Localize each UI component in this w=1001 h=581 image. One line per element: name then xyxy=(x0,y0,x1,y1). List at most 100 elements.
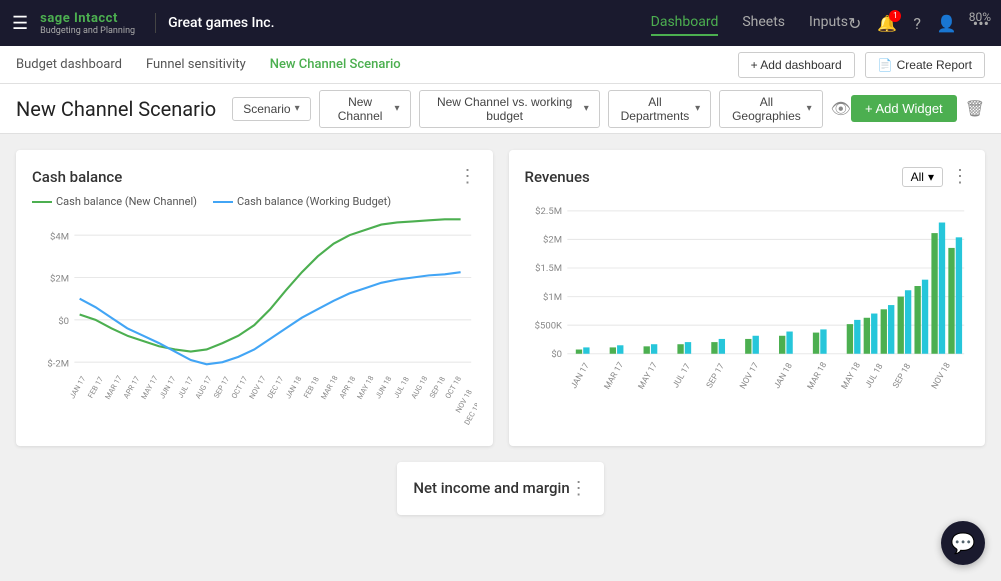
cash-balance-header: Cash balance ⋮ xyxy=(32,166,477,187)
departments-filter[interactable]: All Departments ▾ xyxy=(608,90,711,128)
svg-text:OCT 18: OCT 18 xyxy=(443,375,463,400)
revenues-header: Revenues All ▾ ⋮ xyxy=(525,166,970,187)
revenues-filter-button[interactable]: All ▾ xyxy=(902,167,943,187)
cash-balance-menu-icon[interactable]: ⋮ xyxy=(459,166,477,187)
cash-balance-card: Cash balance ⋮ Cash balance (New Channel… xyxy=(16,150,493,446)
svg-text:JAN 18: JAN 18 xyxy=(283,375,303,400)
sub-nav-links: Budget dashboard Funnel sensitivity New … xyxy=(16,53,738,76)
svg-text:JAN 17: JAN 17 xyxy=(569,361,592,390)
net-income-header: Net income and margin ⋮ xyxy=(413,478,587,499)
svg-text:$1M: $1M xyxy=(543,292,562,303)
svg-text:SEP 17: SEP 17 xyxy=(704,362,726,390)
svg-text:DEC 17: DEC 17 xyxy=(265,375,285,400)
subnav-budget-dashboard[interactable]: Budget dashboard xyxy=(16,53,122,76)
page-actions: + Add Widget 🗑 xyxy=(851,95,985,122)
svg-text:$4M: $4M xyxy=(50,231,69,242)
percent-indicator: 80% xyxy=(969,10,991,24)
svg-text:MAY 17: MAY 17 xyxy=(636,361,659,392)
svg-text:NOV 17: NOV 17 xyxy=(738,361,761,391)
svg-text:$2.5M: $2.5M xyxy=(535,206,562,217)
revenues-menu-icon[interactable]: ⋮ xyxy=(951,166,969,187)
revenues-card: Revenues All ▾ ⋮ $2.5M xyxy=(509,150,986,446)
svg-text:$1.5M: $1.5M xyxy=(535,263,562,274)
revenues-filter-arrow-icon: ▾ xyxy=(928,170,934,184)
scenario-arrow-icon: ▾ xyxy=(295,103,300,114)
help-icon[interactable]: ? xyxy=(913,14,921,33)
nav-divider xyxy=(155,13,156,33)
svg-text:JAN 18: JAN 18 xyxy=(772,361,795,390)
svg-text:NOV 18: NOV 18 xyxy=(929,361,952,391)
svg-text:MAR 18: MAR 18 xyxy=(805,360,829,391)
svg-text:MAR 18: MAR 18 xyxy=(319,374,340,401)
notification-badge: 1 xyxy=(889,10,901,22)
svg-text:JUN 17: JUN 17 xyxy=(157,375,177,401)
svg-text:NOV 17: NOV 17 xyxy=(247,374,267,400)
notification-icon[interactable]: 🔔1 xyxy=(877,14,897,33)
svg-text:$0: $0 xyxy=(551,349,562,360)
cash-balance-title: Cash balance xyxy=(32,168,122,186)
main-content: Cash balance ⋮ Cash balance (New Channel… xyxy=(0,134,1001,581)
add-dashboard-button[interactable]: + Add dashboard xyxy=(738,52,855,78)
geographies-filter[interactable]: All Geographies ▾ xyxy=(719,90,822,128)
sub-navbar: Budget dashboard Funnel sensitivity New … xyxy=(0,46,1001,84)
svg-text:AUG 18: AUG 18 xyxy=(409,374,429,400)
bottom-row: Net income and margin ⋮ xyxy=(16,462,985,515)
create-report-button[interactable]: 📄 Create Report xyxy=(865,52,985,78)
page-header: New Channel Scenario Scenario ▾ New Chan… xyxy=(0,84,1001,134)
sage-logo: sage Intacct Budgeting and Planning xyxy=(40,11,135,36)
report-doc-icon: 📄 xyxy=(878,58,893,72)
revenues-title: Revenues xyxy=(525,168,590,186)
svg-text:$-2M: $-2M xyxy=(47,358,69,369)
users-icon[interactable]: 👤 xyxy=(937,14,957,33)
filter-bar: Scenario ▾ New Channel ▾ New Channel vs.… xyxy=(232,90,851,128)
svg-text:$2M: $2M xyxy=(543,235,562,246)
svg-text:MAR 17: MAR 17 xyxy=(602,360,626,391)
nav-tabs: Dashboard Sheets Inputs xyxy=(651,10,848,36)
sub-nav-actions: + Add dashboard 📄 Create Report xyxy=(738,52,985,78)
svg-text:$500K: $500K xyxy=(534,320,561,331)
svg-text:JAN 17: JAN 17 xyxy=(68,375,88,400)
chat-bubble[interactable]: 💬 xyxy=(941,521,985,565)
nav-tab-inputs[interactable]: Inputs xyxy=(809,10,848,36)
page-title: New Channel Scenario xyxy=(16,97,216,121)
budget-arrow-icon: ▾ xyxy=(584,103,589,114)
hamburger-icon[interactable]: ☰ xyxy=(12,13,28,34)
nav-tab-dashboard[interactable]: Dashboard xyxy=(651,10,719,36)
chat-icon: 💬 xyxy=(951,531,976,555)
svg-text:$0: $0 xyxy=(58,316,69,327)
net-income-card: Net income and margin ⋮ xyxy=(397,462,603,515)
svg-text:SEP 18: SEP 18 xyxy=(891,362,913,390)
geographies-arrow-icon: ▾ xyxy=(807,103,812,114)
svg-text:MAY 18: MAY 18 xyxy=(839,361,862,392)
scenario-filter[interactable]: Scenario ▾ xyxy=(232,97,310,121)
svg-text:JUL 18: JUL 18 xyxy=(863,362,885,390)
svg-text:MAY 17: MAY 17 xyxy=(139,374,160,401)
legend-green-line xyxy=(32,201,52,203)
new-channel-filter[interactable]: New Channel ▾ xyxy=(319,90,411,128)
svg-text:AUG 17: AUG 17 xyxy=(193,374,213,400)
svg-text:MAR 17: MAR 17 xyxy=(103,374,124,401)
net-income-menu-icon[interactable]: ⋮ xyxy=(570,478,588,499)
net-income-title: Net income and margin xyxy=(413,479,569,497)
budget-comparison-filter[interactable]: New Channel vs. working budget ▾ xyxy=(419,90,600,128)
top-navbar: 80% ☰ sage Intacct Budgeting and Plannin… xyxy=(0,0,1001,46)
subnav-funnel-sensitivity[interactable]: Funnel sensitivity xyxy=(146,53,246,76)
nav-tab-sheets[interactable]: Sheets xyxy=(742,10,785,36)
add-widget-button[interactable]: + Add Widget xyxy=(851,95,957,122)
company-name: Great games Inc. xyxy=(168,15,651,31)
svg-text:JUN 18: JUN 18 xyxy=(373,375,393,401)
revenues-chart: $2.5M $2M $1.5M $1M $500K $0 xyxy=(525,195,970,417)
visibility-toggle-button[interactable]: 👁 xyxy=(831,99,851,119)
svg-text:MAY 18: MAY 18 xyxy=(355,374,376,401)
legend-new-channel: Cash balance (New Channel) xyxy=(32,195,197,208)
new-channel-arrow-icon: ▾ xyxy=(395,103,400,114)
svg-text:$2M: $2M xyxy=(50,274,69,285)
revenues-controls: All ▾ ⋮ xyxy=(902,166,969,187)
legend-working-budget: Cash balance (Working Budget) xyxy=(213,195,391,208)
subnav-new-channel-scenario[interactable]: New Channel Scenario xyxy=(270,53,401,76)
delete-button[interactable]: 🗑 xyxy=(965,99,985,119)
charts-row: Cash balance ⋮ Cash balance (New Channel… xyxy=(16,150,985,446)
cash-balance-legend: Cash balance (New Channel) Cash balance … xyxy=(32,195,477,208)
cash-balance-chart: $4M $2M $0 $-2M JAN 17 FEB 17 MAR 17 APR… xyxy=(32,214,477,426)
refresh-icon[interactable]: ↻ xyxy=(848,14,861,33)
